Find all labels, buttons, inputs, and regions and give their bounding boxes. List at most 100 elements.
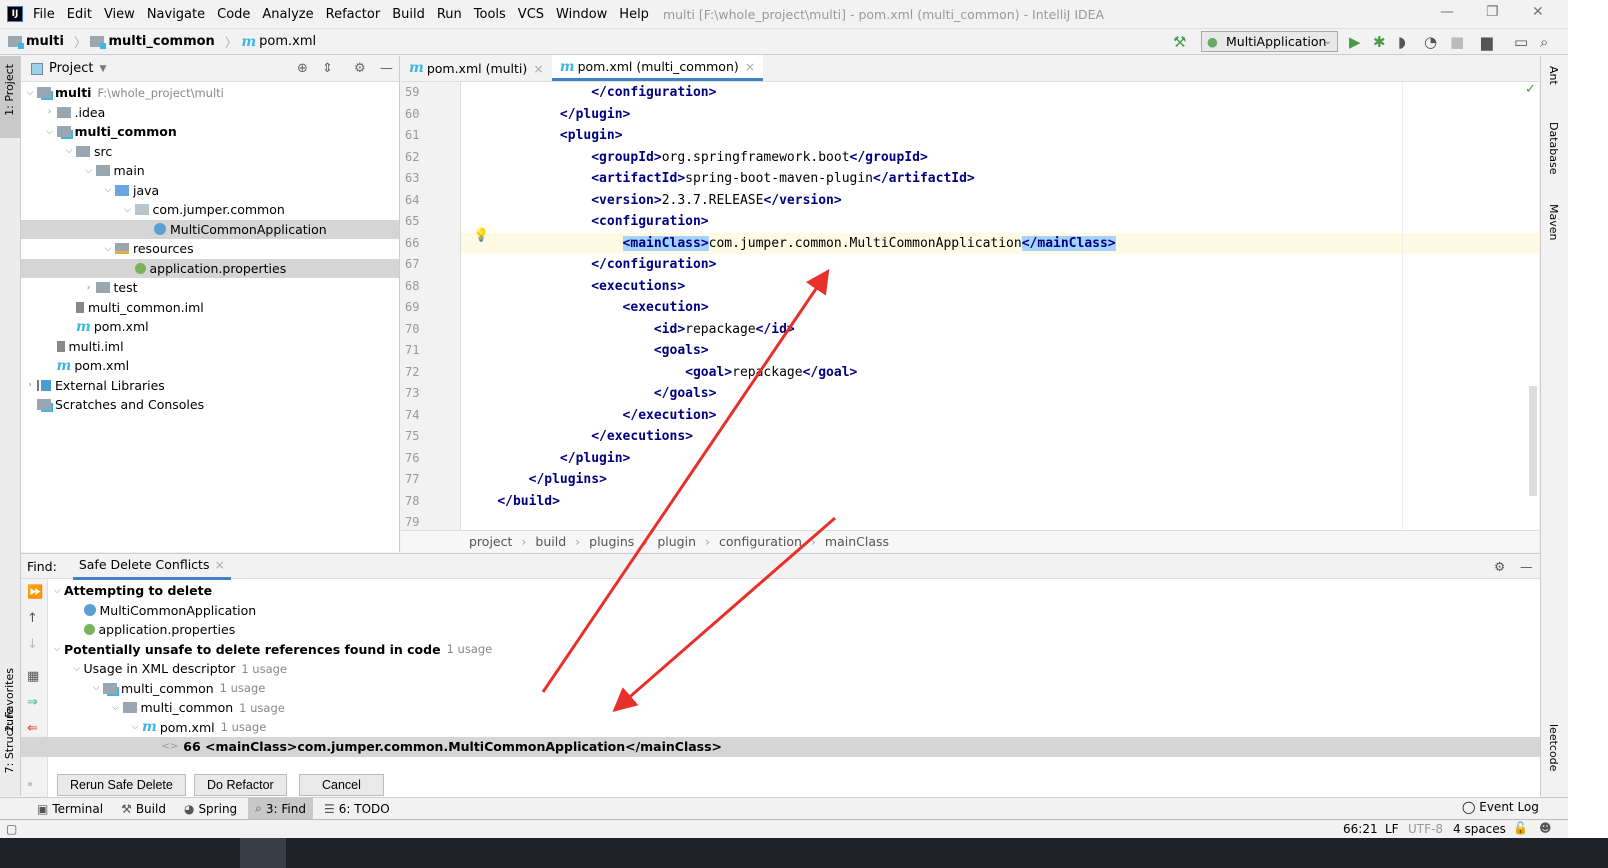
menu-window[interactable]: Window	[556, 7, 607, 22]
hide-icon[interactable]: —	[380, 61, 393, 76]
locate-icon[interactable]: ⊕	[297, 61, 308, 76]
chevron-down-icon[interactable]: ⌵	[50, 586, 64, 596]
project-tree-item[interactable]: multi.iml	[21, 337, 399, 357]
chevron-down-icon[interactable]: ⌵	[50, 644, 64, 654]
chevron-down-icon[interactable]: ⌵	[101, 244, 115, 254]
exclude-icon[interactable]: ⇐	[27, 721, 38, 736]
code-line[interactable]: <version>2.3.7.RELEASE</version>	[461, 190, 1539, 212]
indent-setting[interactable]: 4 spaces	[1453, 822, 1506, 836]
code-line[interactable]: </plugin>	[461, 104, 1539, 126]
chevron-down-icon[interactable]: ⌵	[101, 185, 115, 195]
menu-tools[interactable]: Tools	[474, 7, 506, 22]
find-tree-item[interactable]: application.properties	[48, 620, 1540, 640]
chevron-down-icon[interactable]: ⌵	[23, 88, 37, 98]
tool-tab-maven[interactable]: Maven	[1547, 204, 1560, 240]
dropdown-icon[interactable]: ▼	[99, 64, 106, 74]
rerun-safe-delete-button[interactable]: Rerun Safe Delete	[57, 774, 186, 796]
project-tree-item[interactable]: MultiCommonApplication	[21, 219, 399, 239]
project-tree-item[interactable]: ⌵ com.jumper.common	[21, 200, 399, 220]
menu-navigate[interactable]: Navigate	[147, 7, 205, 22]
search-everywhere-icon[interactable]: ⌕	[1540, 33, 1548, 51]
chevron-down-icon[interactable]: ⌵	[43, 127, 57, 137]
chevron-down-icon[interactable]: ⌵	[109, 703, 123, 713]
do-refactor-button[interactable]: Do Refactor	[194, 774, 287, 796]
include-icon[interactable]: ⇒	[27, 695, 38, 710]
editor-tab[interactable]: m pom.xml (multi_common) ×	[551, 55, 764, 81]
project-tree-item[interactable]: ⌵ resources	[21, 239, 399, 259]
tool-tab-ant[interactable]: Ant	[1547, 66, 1560, 85]
code-line[interactable]: </executions>	[461, 426, 1539, 448]
group-icon[interactable]: ▦	[27, 669, 39, 684]
code-line[interactable]: <configuration>	[461, 211, 1539, 233]
find-tree-item[interactable]: MultiCommonApplication	[48, 601, 1540, 621]
lock-icon[interactable]: 🔓	[1513, 821, 1528, 835]
collapse-all-icon[interactable]: ⇕	[322, 61, 333, 76]
restore-icon[interactable]: ❐	[1486, 4, 1499, 20]
editor-breadcrumb-plugin[interactable]: plugin	[657, 534, 696, 549]
tool-tab-project[interactable]: 1: Project	[3, 64, 16, 116]
cancel-button[interactable]: Cancel	[299, 774, 384, 796]
debug-icon[interactable]: ✱	[1373, 33, 1386, 51]
menu-view[interactable]: View	[104, 7, 135, 22]
project-tree-item[interactable]: › External Libraries	[21, 376, 399, 396]
project-tree-item[interactable]: ⌵ multi F:\whole_project\multi	[21, 83, 399, 103]
chevron-down-icon[interactable]: ⌵	[82, 166, 96, 176]
code-line[interactable]: <groupId>org.springframework.boot</group…	[461, 147, 1539, 169]
find-tree-item[interactable]: ⌵ Usage in XML descriptor 1 usage	[48, 659, 1540, 679]
menu-analyze[interactable]: Analyze	[262, 7, 313, 22]
nav-crumb-multi[interactable]: multi	[8, 34, 64, 49]
editor-breadcrumb-project[interactable]: project	[469, 534, 512, 549]
chevron-down-icon[interactable]: ⌵	[62, 146, 76, 156]
project-tree-item[interactable]: Scratches and Consoles	[21, 395, 399, 415]
project-tree-item[interactable]: multi_common.iml	[21, 298, 399, 318]
tool-button-search[interactable]: ⌕ 3: Find	[248, 797, 313, 820]
gear-icon[interactable]: ⚙	[354, 61, 366, 76]
menu-run[interactable]: Run	[437, 7, 462, 22]
code-line[interactable]: </plugins>	[461, 469, 1539, 491]
project-view-select[interactable]: Project	[49, 61, 93, 76]
code-line[interactable]: <goals>	[461, 340, 1539, 362]
editor-tab[interactable]: m pom.xml (multi) ×	[401, 55, 552, 81]
code-line[interactable]: <artifactId>spring-boot-maven-plugin</ar…	[461, 168, 1539, 190]
file-encoding[interactable]: UTF-8	[1408, 822, 1443, 836]
menu-vcs[interactable]: VCS	[518, 7, 544, 22]
inspector-icon[interactable]: ☻	[1539, 821, 1552, 835]
chevron-down-icon[interactable]: ⌵	[121, 205, 135, 215]
editor-scrollbar[interactable]	[1529, 386, 1537, 496]
more-icon[interactable]: »	[27, 779, 33, 790]
code-area[interactable]: </configuration> </plugin> <plugin> <gro…	[461, 82, 1539, 530]
menu-build[interactable]: Build	[392, 7, 425, 22]
stop-icon[interactable]: ■	[1450, 33, 1464, 51]
find-tree-item[interactable]: <> 66 <mainClass>com.jumper.common.MultiC…	[21, 737, 1540, 757]
project-tree-item[interactable]: › test	[21, 278, 399, 298]
close-tab-icon[interactable]: ×	[745, 59, 755, 74]
run-configuration-select[interactable]: ● MultiApplication ⌄	[1201, 31, 1338, 52]
gear-icon[interactable]: ⚙	[1494, 559, 1505, 574]
find-tree-item[interactable]: ⌵ Attempting to delete	[48, 581, 1540, 601]
chevron-right-icon[interactable]: ›	[23, 380, 37, 390]
code-line[interactable]: <execution>	[461, 297, 1539, 319]
editor-breadcrumb-build[interactable]: build	[535, 534, 566, 549]
menu-help[interactable]: Help	[619, 7, 649, 22]
project-tree-item[interactable]: m pom.xml	[21, 356, 399, 376]
caret-position[interactable]: 66:21	[1343, 822, 1378, 836]
project-tree-item[interactable]: ⌵ main	[21, 161, 399, 181]
code-line[interactable]: <executions>	[461, 276, 1539, 298]
chevron-down-icon[interactable]: ⌵	[89, 683, 103, 693]
minimize-icon[interactable]: —	[1440, 4, 1454, 20]
profile-icon[interactable]: ◔	[1424, 33, 1437, 51]
menu-edit[interactable]: Edit	[67, 7, 92, 22]
chevron-right-icon[interactable]: ›	[43, 107, 57, 117]
project-structure-icon[interactable]: ▆	[1481, 33, 1493, 51]
project-tree-item[interactable]: ⌵ multi_common	[21, 122, 399, 142]
editor-breadcrumb-plugins[interactable]: plugins	[589, 534, 634, 549]
tool-tab-database[interactable]: Database	[1547, 122, 1560, 175]
expand-all-icon[interactable]: ⏩	[27, 585, 43, 600]
tool-button-terminal[interactable]: ▣ Terminal	[30, 798, 110, 820]
tab-safe-delete-conflicts[interactable]: Safe Delete Conflicts ×	[72, 552, 231, 580]
project-tree-item[interactable]: › .idea	[21, 103, 399, 123]
coverage-icon[interactable]: ◗	[1398, 33, 1406, 51]
intention-bulb-icon[interactable]: 💡	[473, 228, 489, 243]
close-icon[interactable]: ✕	[1532, 4, 1544, 20]
presentation-icon[interactable]: ▭	[1514, 33, 1528, 51]
